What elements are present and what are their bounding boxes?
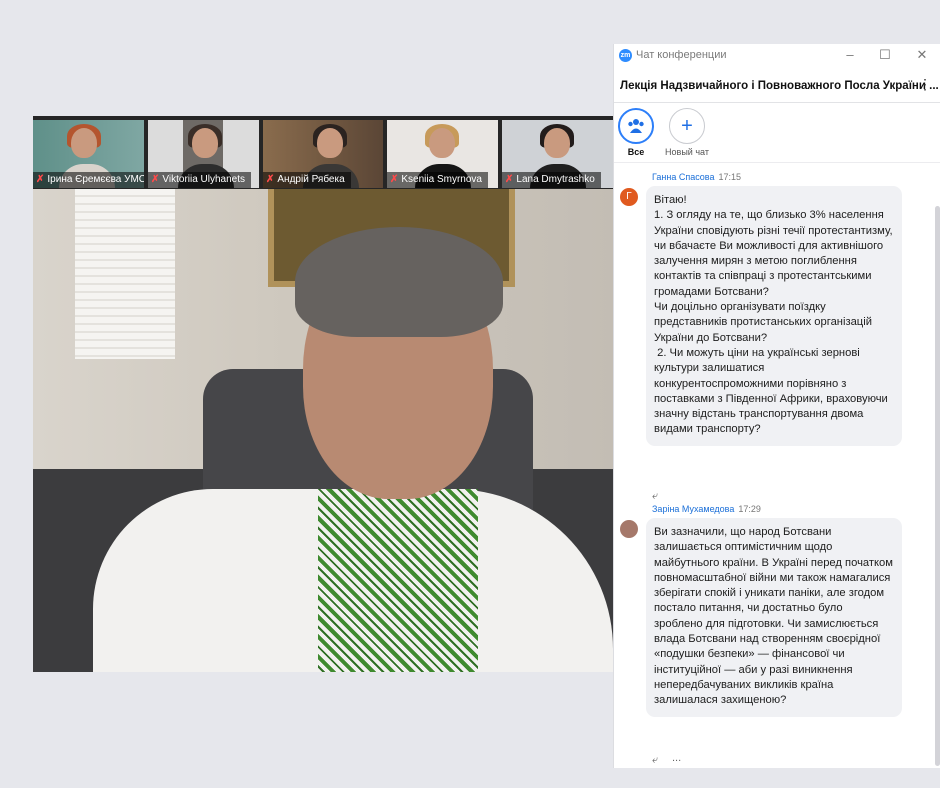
- participant-tile[interactable]: ✗ Lana Dmytrashko: [502, 120, 614, 188]
- sender-name: Заріна Мухамедова: [652, 504, 735, 514]
- sender-name: Ганна Спасова: [652, 172, 715, 182]
- people-group-icon: [618, 108, 654, 144]
- message-sender: Заріна Мухамедова 17:29: [652, 504, 761, 514]
- close-icon[interactable]: ✕: [912, 47, 932, 63]
- participant-strip: ✗ Ірина Єремєєва УМСФ ✗ Viktoriia Ulyhan…: [33, 116, 614, 189]
- participant-name: Lana Dmytrashko: [516, 174, 595, 185]
- chat-panel: zm Чат конференции – ☐ ✕ Лекція Надзвича…: [613, 44, 940, 768]
- participant-tile[interactable]: ✗ Ірина Єремєєва УМСФ: [33, 120, 144, 188]
- participant-tile[interactable]: ✗ Viktoriia Ulyhanets: [148, 120, 259, 188]
- chat-message: Заріна Мухамедова 17:29 Ви зазначили, що …: [620, 504, 920, 766]
- tab-new-chat[interactable]: + Новый чат: [657, 108, 717, 157]
- participant-name-tag: ✗ Андрій Рябека: [263, 172, 351, 188]
- participant-tile[interactable]: ✗ Андрій Рябека: [263, 120, 383, 188]
- reply-icon[interactable]: ⤶: [652, 490, 658, 503]
- participant-name: Viktoriia Ulyhanets: [162, 174, 246, 185]
- avatar: Г: [620, 188, 638, 206]
- window-title: Чат конференции: [636, 49, 727, 61]
- reply-icon[interactable]: ⤶: [652, 754, 658, 766]
- zoom-logo-icon: zm: [619, 49, 632, 62]
- conference-title: Лекція Надзвичайного і Повноважного Посл…: [620, 80, 939, 92]
- participant-name: Kseniia Smyrnova: [401, 174, 482, 185]
- participant-name-tag: ✗ Ірина Єремєєва УМСФ: [33, 172, 144, 188]
- window-blind: [75, 189, 175, 359]
- message-bubble[interactable]: Вітаю! 1. З огляду на те, що близько 3% …: [646, 186, 902, 446]
- message-list[interactable]: Г Ганна Спасова 17:15 Вітаю! 1. З огляду …: [614, 166, 940, 766]
- participant-name: Ірина Єремєєва УМСФ: [47, 174, 144, 185]
- participant-name: Андрій Рябека: [277, 174, 345, 185]
- participant-name-tag: ✗ Lana Dmytrashko: [502, 172, 601, 188]
- maximize-icon[interactable]: ☐: [875, 47, 895, 63]
- speaker-hair: [295, 227, 503, 337]
- window-titlebar: zm Чат конференции – ☐ ✕: [614, 44, 940, 68]
- message-time: 17:15: [718, 172, 742, 182]
- divider: [614, 102, 940, 103]
- shirt-embroidery: [318, 489, 478, 672]
- more-options-icon[interactable]: ⋮: [918, 76, 932, 93]
- mic-muted-icon: ✗: [266, 174, 275, 185]
- participant-name-tag: ✗ Kseniia Smyrnova: [387, 172, 488, 188]
- divider: [614, 162, 940, 163]
- mic-muted-icon: ✗: [505, 174, 514, 185]
- chat-message: Г Ганна Спасова 17:15 Вітаю! 1. З огляду …: [620, 172, 920, 502]
- message-sender: Ганна Спасова 17:15: [652, 172, 741, 182]
- message-time: 17:29: [738, 504, 761, 514]
- participant-tile[interactable]: ✗ Kseniia Smyrnova: [387, 120, 498, 188]
- active-speaker-video[interactable]: [33, 189, 614, 672]
- mic-muted-icon: ✗: [390, 174, 399, 185]
- participant-name-tag: ✗ Viktoriia Ulyhanets: [148, 172, 252, 188]
- video-window: ✗ Ірина Єремєєва УМСФ ✗ Viktoriia Ulyhan…: [33, 116, 614, 672]
- plus-icon: +: [669, 108, 705, 144]
- more-options-icon[interactable]: ...: [672, 752, 681, 764]
- mic-muted-icon: ✗: [151, 174, 160, 185]
- mic-muted-icon: ✗: [36, 174, 45, 185]
- message-bubble[interactable]: Ви зазначили, що народ Ботсвани залишаєт…: [646, 518, 902, 717]
- minimize-icon[interactable]: –: [840, 47, 860, 62]
- tab-label: Новый чат: [665, 147, 709, 157]
- avatar: [620, 520, 638, 538]
- scrollbar[interactable]: [935, 206, 940, 766]
